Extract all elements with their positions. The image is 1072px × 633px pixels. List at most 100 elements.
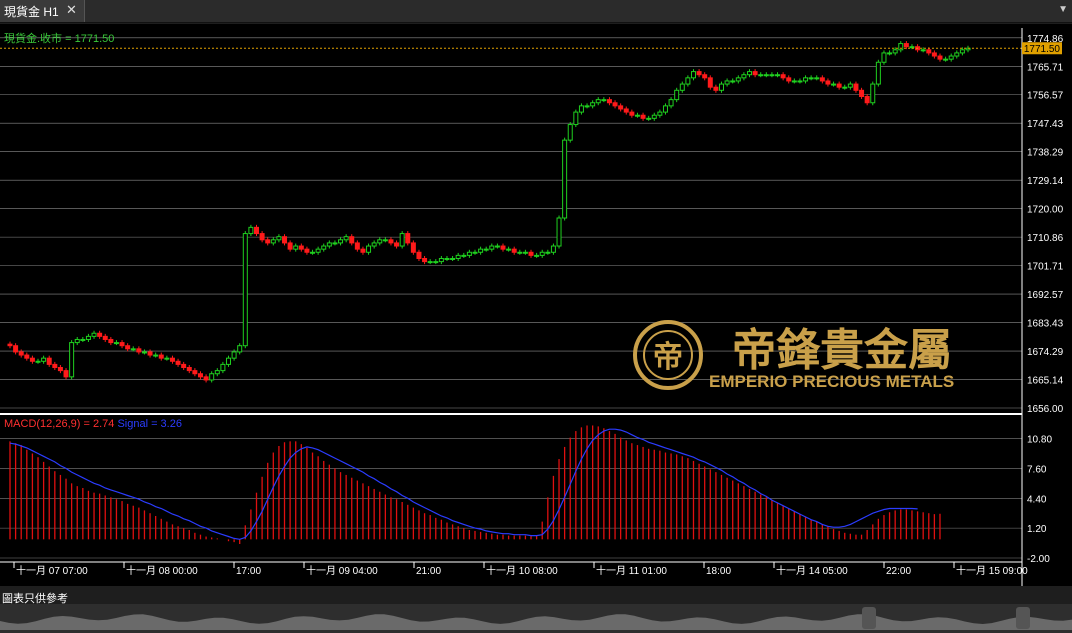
candle	[786, 75, 792, 84]
scroll-thumb-right[interactable]	[1016, 607, 1030, 629]
candle	[522, 249, 528, 255]
chart-scrollbar[interactable]	[0, 604, 1072, 633]
chart-frame[interactable]: 帝 帝鋒貴金屬 EMPERIO PRECIOUS METALS 1774.86 1…	[0, 24, 1072, 586]
candle-body	[696, 71, 702, 76]
scroll-overview-graph	[0, 614, 1072, 630]
candle-body	[209, 373, 215, 381]
macd-grid	[0, 438, 1022, 559]
tab-spot-gold-h1[interactable]: 現貨金 H1 ✕	[0, 0, 85, 22]
time-tick-label: 21:00	[416, 566, 441, 577]
candle	[662, 103, 668, 115]
chart-canvas[interactable]: 帝 帝鋒貴金屬 EMPERIO PRECIOUS METALS 1774.861…	[0, 24, 1072, 586]
candle-body	[214, 370, 220, 375]
candle-body	[74, 338, 80, 344]
candle-body	[629, 111, 635, 116]
candle	[730, 78, 736, 84]
candle	[825, 78, 831, 87]
candle	[539, 249, 545, 258]
candle-body	[461, 254, 467, 257]
candle-body	[578, 105, 584, 113]
candle-body	[248, 226, 254, 235]
candle	[472, 249, 478, 255]
candle-body	[864, 96, 870, 104]
candle	[382, 237, 388, 243]
candle-body	[679, 83, 685, 91]
candle	[864, 94, 870, 106]
candle-body	[478, 248, 484, 253]
candle-body	[304, 248, 310, 253]
candle-body	[69, 342, 75, 378]
watermark-english: EMPERIO PRECIOUS METALS	[709, 372, 954, 391]
candle-body	[287, 242, 293, 250]
price-tick-label: 1701.71	[1027, 262, 1064, 273]
candle-body	[674, 89, 680, 101]
time-tick-label: 十一月 11 01:00	[596, 564, 667, 577]
candle-body	[388, 239, 394, 244]
candle	[130, 346, 136, 352]
candle	[511, 246, 517, 255]
time-tick-label: 17:00	[236, 566, 261, 577]
candle-body	[18, 351, 24, 356]
candle-body	[825, 80, 831, 85]
candle	[259, 231, 265, 243]
candle-body	[662, 105, 668, 113]
candle	[483, 246, 489, 252]
candle	[248, 224, 254, 237]
candle	[24, 352, 30, 361]
candle	[651, 112, 657, 121]
candle	[870, 81, 876, 106]
candle-body	[282, 236, 288, 244]
candle	[702, 72, 708, 81]
candle	[898, 41, 904, 53]
candle	[214, 368, 220, 377]
chevron-down-icon[interactable]: ▼	[1058, 4, 1068, 15]
candle	[147, 349, 153, 358]
candle-body	[186, 367, 192, 372]
candle	[192, 368, 198, 377]
candle-body	[450, 257, 456, 260]
candle	[461, 252, 467, 258]
time-tick-label: 22:00	[886, 566, 911, 577]
candle-body	[657, 111, 663, 116]
chart-tab-bar: 現貨金 H1 ✕ ▼	[0, 0, 1072, 23]
candle	[69, 340, 75, 380]
candle-body	[898, 43, 904, 51]
candle	[153, 352, 159, 358]
scroll-overview-track[interactable]	[0, 608, 1072, 630]
price-tick-label: 1656.00	[1027, 404, 1064, 415]
candle-body	[326, 242, 332, 247]
candle	[718, 81, 724, 93]
close-icon[interactable]: ✕	[66, 2, 77, 18]
candle	[304, 246, 310, 255]
candle	[534, 252, 540, 258]
candle	[113, 340, 119, 346]
candle-body	[702, 74, 708, 79]
candle-body	[612, 102, 618, 107]
candle-body	[786, 77, 792, 82]
candle	[937, 53, 943, 62]
candle-body	[685, 77, 691, 85]
candle	[875, 59, 881, 87]
candle-body	[237, 345, 243, 353]
candle	[225, 355, 231, 367]
footer-note-bar: 圖表只供參考	[0, 588, 1072, 605]
candle-body	[920, 49, 926, 52]
candle-body	[405, 233, 411, 244]
candle	[679, 81, 685, 93]
candle	[237, 343, 243, 355]
candle	[478, 246, 484, 255]
candle-body	[489, 245, 495, 250]
macd-axis: 10.80 7.60 4.40 1.20 -2.00	[1027, 435, 1052, 565]
candle	[556, 215, 562, 249]
candle	[203, 374, 209, 383]
candle-body	[567, 124, 573, 141]
candle	[836, 81, 842, 90]
candle-body	[859, 89, 865, 98]
candle	[97, 330, 103, 339]
candle	[859, 87, 865, 100]
candle-body	[954, 52, 960, 57]
candle-body	[35, 360, 41, 363]
candle	[623, 106, 629, 115]
scroll-thumb-left[interactable]	[862, 607, 876, 629]
candle	[52, 361, 58, 370]
